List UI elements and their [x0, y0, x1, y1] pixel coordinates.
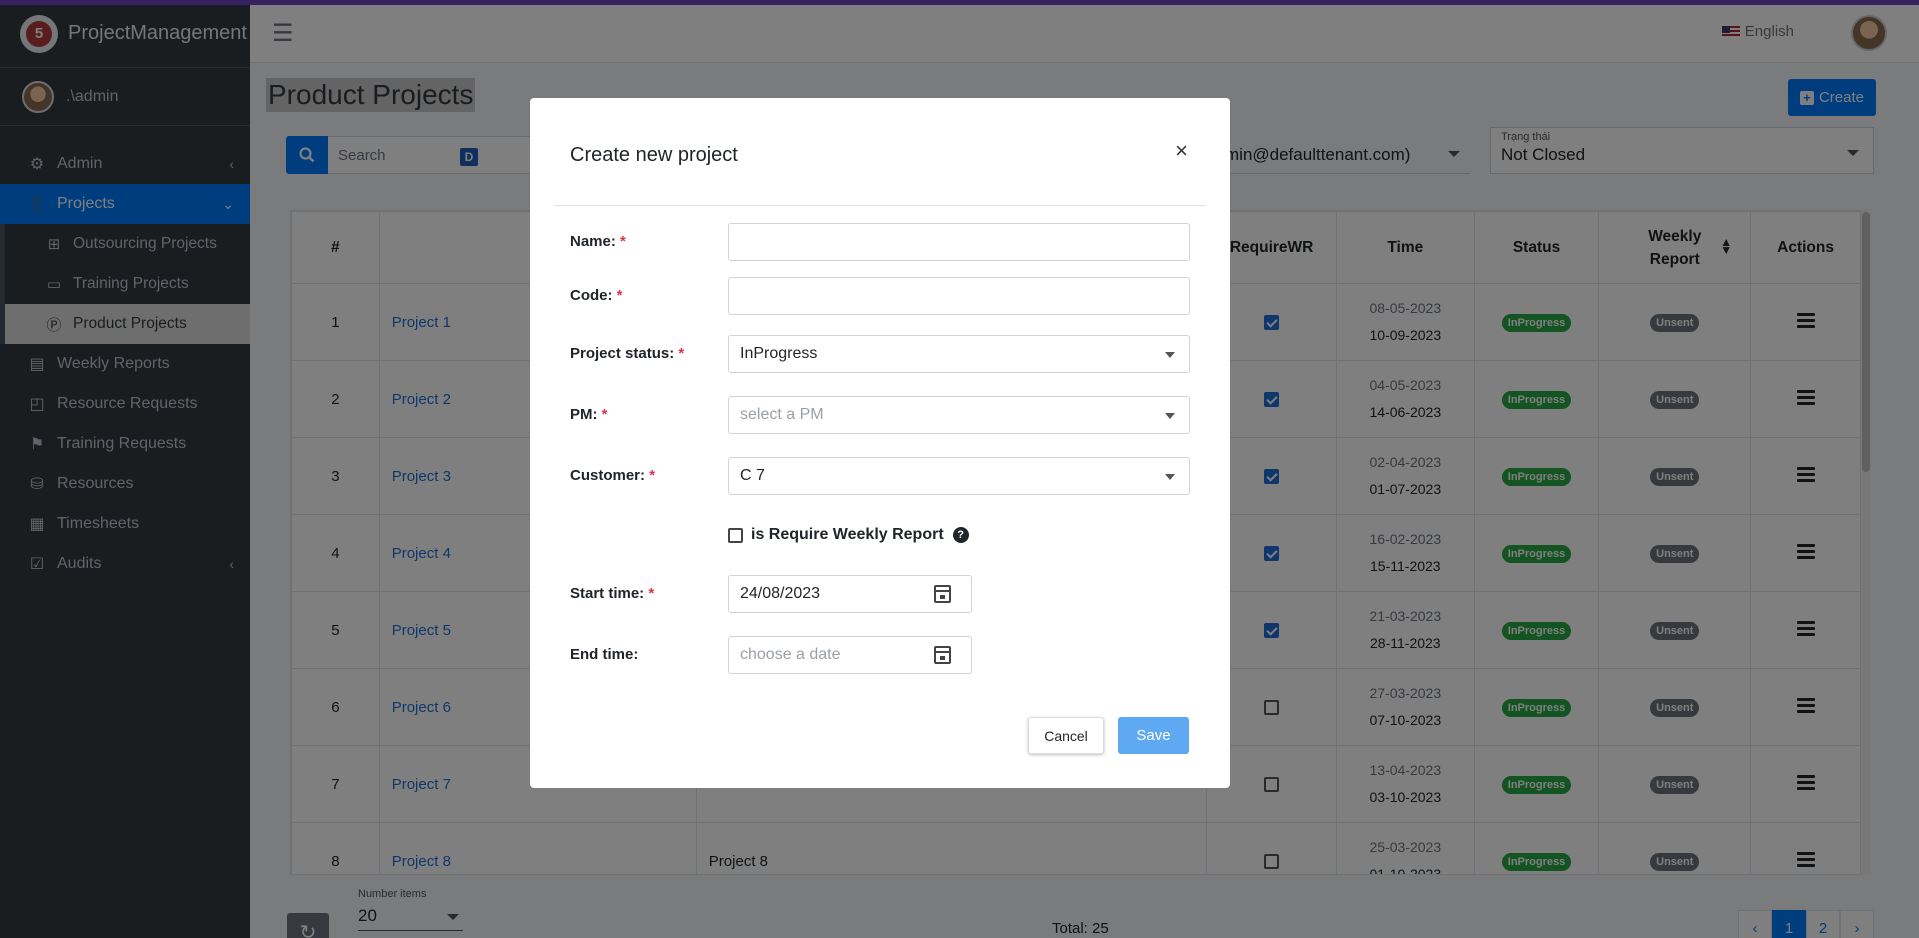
caret-down-icon [1165, 352, 1175, 358]
code-label: Code: * [570, 287, 623, 304]
end-time-placeholder: choose a date [740, 646, 841, 663]
checkbox[interactable] [728, 527, 743, 543]
end-time-label: End time: [570, 646, 639, 663]
question-circle-icon[interactable]: ? [952, 527, 969, 543]
save-button[interactable]: Save [1118, 717, 1189, 754]
start-time-input[interactable]: 24/08/2023 [728, 575, 972, 613]
code-input[interactable] [728, 277, 1190, 315]
start-time-row: Start time: * 24/08/2023 [570, 575, 1190, 613]
modal-title: Create new project [570, 144, 738, 166]
project-status-row: Project status: * InProgress [570, 335, 1190, 373]
project-status-label: Project status: * [570, 345, 685, 362]
name-label: Name: * [570, 233, 626, 250]
pm-select[interactable]: select a PM [728, 396, 1190, 434]
modal-header: Create new project × [554, 98, 1206, 206]
customer-label: Customer: * [570, 467, 656, 484]
customer-row: Customer: * C 7 [570, 457, 1190, 495]
customer-select[interactable]: C 7 [728, 457, 1190, 495]
code-row: Code: * [570, 277, 1190, 315]
pm-row: PM: * select a PM [570, 396, 1190, 434]
pm-label: PM: * [570, 406, 608, 423]
start-time-value: 24/08/2023 [740, 585, 821, 602]
customer-value: C 7 [740, 467, 765, 484]
project-status-select[interactable]: InProgress [728, 335, 1190, 373]
pm-placeholder: select a PM [740, 406, 824, 423]
close-icon[interactable]: × [1175, 138, 1188, 164]
caret-down-icon [1165, 413, 1175, 419]
name-input[interactable] [728, 223, 1190, 261]
caret-down-icon [1165, 474, 1175, 480]
require-weekly-report-label: is Require Weekly Report [751, 526, 944, 543]
calendar-icon[interactable] [934, 585, 951, 603]
require-weekly-report-checkbox[interactable]: is Require Weekly Report ? [728, 526, 969, 544]
calendar-icon[interactable] [934, 646, 951, 664]
cancel-button[interactable]: Cancel [1028, 717, 1104, 754]
end-time-row: End time: choose a date [570, 636, 1190, 674]
create-project-modal: Create new project × Name: * Code: * Pro… [530, 98, 1230, 788]
end-time-input[interactable]: choose a date [728, 636, 972, 674]
name-row: Name: * [570, 223, 1190, 261]
start-time-label: Start time: * [570, 585, 655, 602]
project-status-value: InProgress [740, 345, 818, 362]
